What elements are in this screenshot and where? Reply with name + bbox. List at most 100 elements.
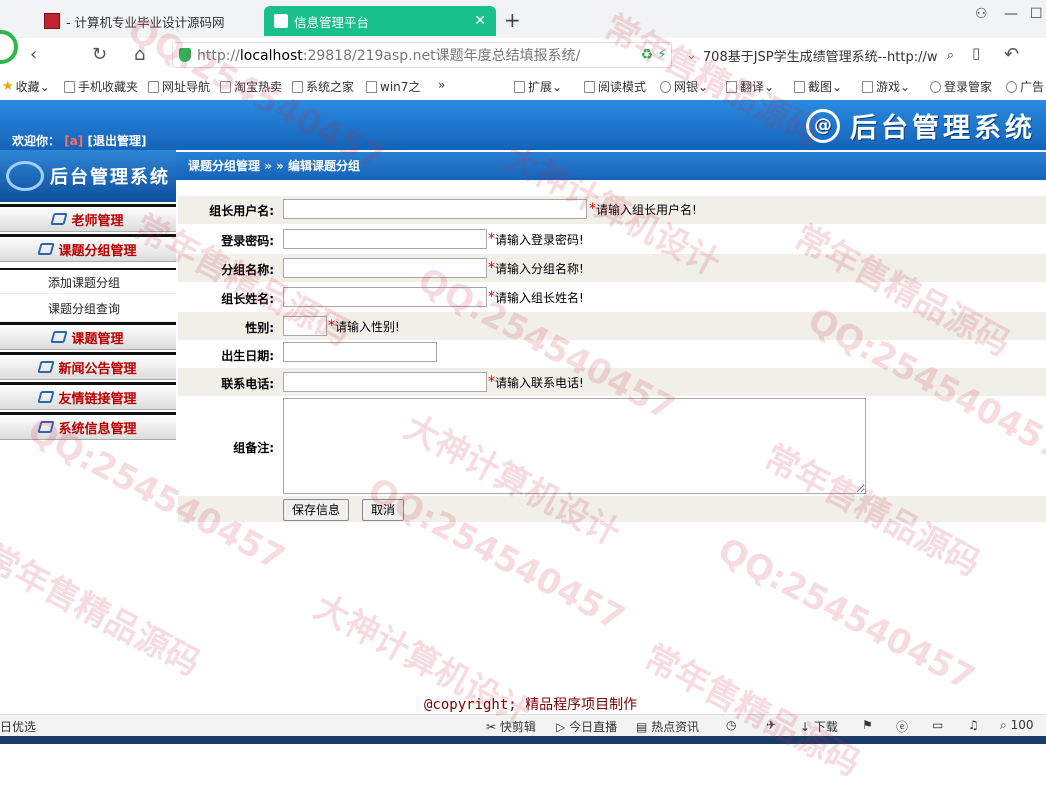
- menu-label: 友情链接管理: [58, 391, 137, 407]
- sidebar-item-news[interactable]: 新闻公告管理: [0, 352, 176, 380]
- field-hint: *请输入性别!: [328, 318, 400, 334]
- field-hint: *请输入分组名称!: [488, 260, 584, 276]
- url-prefix: http://: [197, 48, 240, 64]
- address-bar[interactable]: http://localhost:29818/219asp.net课题年度总结填…: [172, 42, 672, 68]
- sidebar-item-links[interactable]: 友情链接管理: [0, 382, 176, 410]
- url-path: :29818/219asp.net课题年度总结填报系统/: [302, 48, 581, 64]
- birthdate-input[interactable]: [283, 342, 437, 362]
- download-button[interactable]: ↓ 下载: [800, 718, 838, 735]
- refresh-circle-icon[interactable]: ♻: [641, 47, 654, 63]
- minimize-icon[interactable]: —: [1004, 6, 1018, 22]
- group-remark-textarea[interactable]: [283, 398, 866, 494]
- sidebar-item-teacher[interactable]: 老师管理: [0, 204, 176, 232]
- translate-icon: [726, 80, 737, 93]
- phone-icon[interactable]: ▯: [972, 44, 980, 62]
- copyright-text: @copyright; 精品程序项目制作: [424, 697, 638, 713]
- bookmark-syshome[interactable]: 系统之家: [292, 78, 354, 95]
- tab-title: - 计算机专业毕业设计源码网: [66, 14, 225, 30]
- undo-icon[interactable]: ↶: [1004, 44, 1019, 65]
- gender-input[interactable]: [283, 316, 327, 336]
- login-manager-button[interactable]: 登录管家: [930, 78, 992, 95]
- home-icon[interactable]: ⌂: [134, 44, 145, 65]
- welcome-bar: 欢迎你： [a] [退出管理]: [12, 132, 146, 149]
- flag-icon[interactable]: ⚑: [862, 718, 873, 732]
- menu-label: 课题分组管理: [58, 243, 137, 259]
- browser-tab-bar: - 计算机专业毕业设计源码网 信息管理平台 ✕ + ⚇ — ☐: [0, 0, 1046, 38]
- pin-icon[interactable]: ✈: [766, 718, 776, 732]
- header-logo: @ 后台管理系统: [806, 106, 1036, 145]
- phone-input[interactable]: [283, 372, 487, 392]
- new-tab-button[interactable]: +: [504, 8, 521, 32]
- bookmark-mobile[interactable]: 手机收藏夹: [64, 78, 138, 95]
- screenshot-button[interactable]: 截图 ⌄: [794, 78, 842, 95]
- page-icon: [292, 80, 303, 93]
- header-logo-text: 后台管理系统: [850, 113, 1036, 144]
- scissors-icon: ✂: [486, 720, 497, 734]
- tab-title: 信息管理平台: [294, 14, 370, 30]
- maximize-icon[interactable]: ☐: [1030, 6, 1043, 22]
- zoom-control[interactable]: ⌕ 100: [1000, 718, 1033, 733]
- bookmark-taobao[interactable]: 淘宝热卖: [220, 78, 282, 95]
- folder-icon: [37, 391, 56, 403]
- download-icon: ↓: [800, 720, 811, 734]
- quick-edit-button[interactable]: ✂ 快剪辑: [486, 718, 536, 735]
- volume-icon[interactable]: ♫: [968, 718, 979, 732]
- game-button[interactable]: 游戏 ⌄: [862, 78, 910, 95]
- left-sidebar: 后台管理系统 老师管理 课题分组管理 添加课题分组 课题分组查询 课题管理 新闻…: [0, 150, 176, 450]
- back-icon[interactable]: ‹: [30, 44, 37, 65]
- skin-icon[interactable]: ⚇: [975, 6, 988, 22]
- field-label: 分组名称:: [221, 263, 274, 277]
- search-box[interactable]: ⌄ 708基于JSP学生成绩管理系统--http://w ⌕: [680, 42, 954, 68]
- password-input[interactable]: [283, 229, 487, 249]
- hot-news-button[interactable]: ▤ 热点资讯: [636, 718, 699, 735]
- speed-icon[interactable]: ◷: [726, 718, 736, 732]
- form-row: 出生日期:: [178, 340, 1046, 368]
- submenu-add-group[interactable]: 添加课题分组: [0, 268, 176, 294]
- bookmark-win7[interactable]: win7之: [366, 78, 420, 95]
- reading-mode-button[interactable]: 阅读模式: [584, 78, 646, 95]
- bookmark-favorites[interactable]: ★ 收藏 ⌄: [2, 78, 50, 95]
- group-name-input[interactable]: [283, 258, 487, 278]
- close-tab-icon[interactable]: ✕: [474, 13, 486, 29]
- logout-link[interactable]: [退出管理]: [87, 134, 146, 148]
- bookmark-more[interactable]: »: [438, 78, 445, 92]
- status-left[interactable]: 日优选: [0, 718, 36, 735]
- save-button[interactable]: 保存信息: [283, 499, 350, 521]
- site-favicon-icon: [44, 13, 60, 29]
- ie-icon[interactable]: ⓔ: [896, 718, 908, 735]
- breadcrumb: 课题分组管理 » » 编辑课题分组: [176, 152, 1046, 180]
- chevron-down-icon[interactable]: ⌄: [686, 48, 697, 63]
- folder-icon: [37, 243, 56, 255]
- browser-tab-1[interactable]: - 计算机专业毕业设计源码网: [34, 6, 262, 36]
- translate-button[interactable]: 翻译 ⌄: [726, 78, 774, 95]
- gear-logo-icon: [6, 161, 44, 191]
- ext-button[interactable]: 扩展 ⌄: [514, 78, 562, 95]
- menu-label: 系统信息管理: [58, 421, 137, 437]
- sidebar-item-topic[interactable]: 课题管理: [0, 322, 176, 350]
- live-button[interactable]: ▷ 今日直播: [556, 718, 617, 735]
- lightning-icon[interactable]: ⚡: [657, 47, 667, 63]
- search-icon[interactable]: ⌕: [947, 48, 954, 63]
- folder-icon: [37, 361, 56, 373]
- reload-icon[interactable]: ↻: [92, 44, 107, 65]
- ad-button[interactable]: 广告: [1006, 78, 1044, 95]
- submenu-query-group[interactable]: 课题分组查询: [0, 296, 176, 322]
- bookmark-nav[interactable]: 网址导航: [148, 78, 210, 95]
- ad-icon: [1006, 80, 1017, 93]
- page-icon: [366, 80, 377, 93]
- current-user: [a]: [64, 134, 84, 148]
- field-hint: *请输入登录密码!: [488, 231, 584, 247]
- browser-tab-active[interactable]: 信息管理平台 ✕: [264, 6, 496, 36]
- bank-button[interactable]: 网银 ⌄: [660, 78, 708, 95]
- leader-name-input[interactable]: [283, 287, 487, 307]
- leader-username-input[interactable]: [283, 199, 587, 219]
- form-row: 组长姓名: *请输入组长姓名!: [178, 282, 1046, 312]
- cancel-button[interactable]: 取消: [362, 499, 405, 521]
- scissors-icon: [794, 80, 805, 93]
- form-row: 性别: *请输入性别!: [178, 312, 1046, 340]
- field-label: 组长用户名:: [209, 204, 274, 218]
- sidebar-item-group[interactable]: 课题分组管理: [0, 234, 176, 262]
- sidebar-item-system[interactable]: 系统信息管理: [0, 412, 176, 440]
- window-icon[interactable]: ▭: [932, 718, 943, 732]
- form-actions-row: 保存信息 取消: [178, 496, 1046, 522]
